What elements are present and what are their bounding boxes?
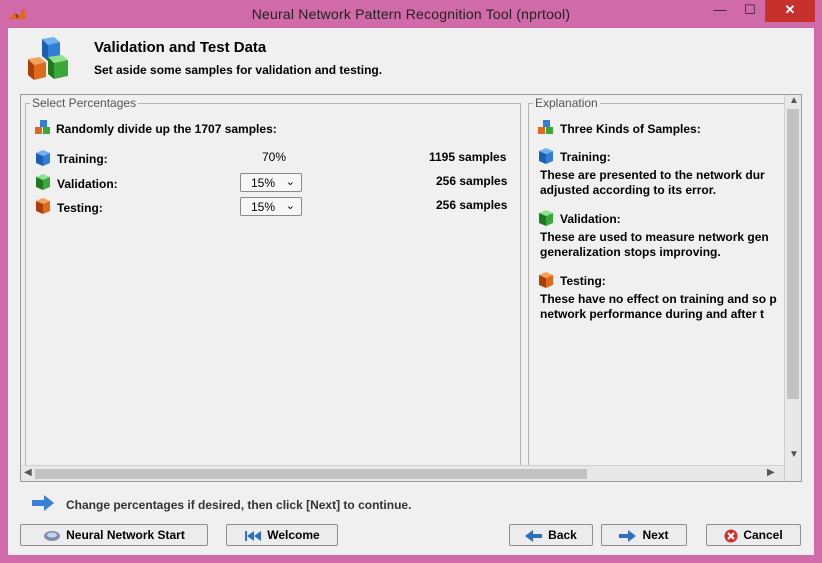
explanation-testing-line1: These have no effect on training and so …: [540, 292, 777, 306]
chevron-down-icon: ⌄: [285, 176, 295, 188]
scroll-down-icon[interactable]: ▼: [789, 449, 799, 460]
testing-samples: 256 samples: [436, 198, 508, 212]
explanation-legend: Explanation: [533, 96, 600, 110]
cancel-label: Cancel: [743, 528, 783, 542]
neural-network-start-button[interactable]: Neural Network Start: [20, 524, 208, 546]
training-percent: 70%: [262, 150, 287, 164]
network-icon: [44, 530, 61, 541]
green-cube-icon: [36, 174, 50, 190]
explanation-training-line1: These are presented to the network dur: [540, 168, 765, 182]
vertical-scroll-thumb[interactable]: [787, 109, 799, 399]
training-samples: 1195 samples: [429, 150, 507, 164]
welcome-button[interactable]: Welcome: [226, 524, 338, 546]
next-button[interactable]: Next: [601, 524, 687, 546]
select-percentages-legend: Select Percentages: [30, 96, 139, 110]
green-cube-icon: [539, 210, 553, 226]
rewind-icon: [245, 530, 262, 541]
title-bar[interactable]: Neural Network Pattern Recognition Tool …: [0, 0, 822, 28]
close-button[interactable]: ✕: [765, 0, 815, 22]
explanation-heading: Three Kinds of Samples:: [560, 122, 701, 136]
blue-cube-icon: [36, 150, 50, 166]
arrow-right-icon: [32, 495, 54, 511]
next-label: Next: [642, 528, 669, 542]
back-label: Back: [548, 528, 577, 542]
explanation-training-title: Training:: [560, 150, 611, 164]
chevron-down-icon: ⌄: [285, 200, 295, 212]
arrow-right-icon: [619, 529, 637, 542]
cubes-small-icon: [538, 120, 553, 134]
cancel-icon: [724, 529, 738, 543]
minimize-button[interactable]: —: [706, 0, 734, 22]
training-label: Training:: [57, 152, 108, 166]
cancel-button[interactable]: Cancel: [706, 524, 801, 546]
validation-label: Validation:: [57, 177, 118, 191]
validation-percent-value: 15%: [251, 176, 276, 190]
explanation-group: Explanation Three Kinds of Samples: Trai…: [528, 96, 784, 467]
orange-cube-icon: [36, 198, 50, 214]
blue-cube-icon: [539, 148, 553, 164]
arrow-left-icon: [525, 529, 543, 542]
explanation-testing-line2: network performance during and after t: [540, 307, 765, 321]
page-title: Validation and Test Data: [94, 39, 267, 56]
samples-intro: Randomly divide up the 1707 samples:: [56, 122, 277, 136]
explanation-validation-line1: These are used to measure network gen: [540, 230, 769, 244]
client-area: Validation and Test Data Set aside some …: [8, 28, 814, 555]
explanation-validation-line2: generalization stops improving.: [540, 245, 721, 259]
neural-network-start-label: Neural Network Start: [66, 528, 185, 542]
testing-label: Testing:: [57, 201, 103, 215]
status-message: Change percentages if desired, then clic…: [66, 498, 412, 512]
validation-samples: 256 samples: [436, 174, 508, 188]
vertical-scrollbar[interactable]: ▲ ▼: [784, 95, 801, 481]
horizontal-scrollbar[interactable]: ◀ ▶: [21, 465, 784, 481]
scroll-up-icon[interactable]: ▲: [789, 95, 799, 106]
orange-cube-icon: [539, 272, 553, 288]
window-title: Neural Network Pattern Recognition Tool …: [251, 6, 571, 22]
app-window: Neural Network Pattern Recognition Tool …: [0, 0, 822, 563]
welcome-label: Welcome: [267, 528, 320, 542]
explanation-testing-title: Testing:: [560, 274, 606, 288]
horizontal-scroll-thumb[interactable]: [35, 469, 587, 479]
back-button[interactable]: Back: [509, 524, 593, 546]
maximize-button[interactable]: ☐: [736, 0, 764, 22]
cubes-logo-icon: [28, 37, 68, 80]
validation-percent-select[interactable]: 15% ⌄: [240, 173, 302, 192]
scroll-left-icon[interactable]: ◀: [24, 467, 32, 478]
testing-percent-value: 15%: [251, 200, 276, 214]
page-subtitle: Set aside some samples for validation an…: [94, 63, 383, 77]
explanation-validation-title: Validation:: [560, 212, 621, 226]
select-percentages-group: Select Percentages Randomly divide up th…: [25, 96, 521, 467]
panels-frame: Select Percentages Randomly divide up th…: [20, 94, 802, 482]
scroll-right-icon[interactable]: ▶: [767, 467, 775, 478]
testing-percent-select[interactable]: 15% ⌄: [240, 197, 302, 216]
cubes-small-icon: [35, 120, 50, 134]
explanation-training-line2: adjusted according to its error.: [540, 183, 717, 197]
